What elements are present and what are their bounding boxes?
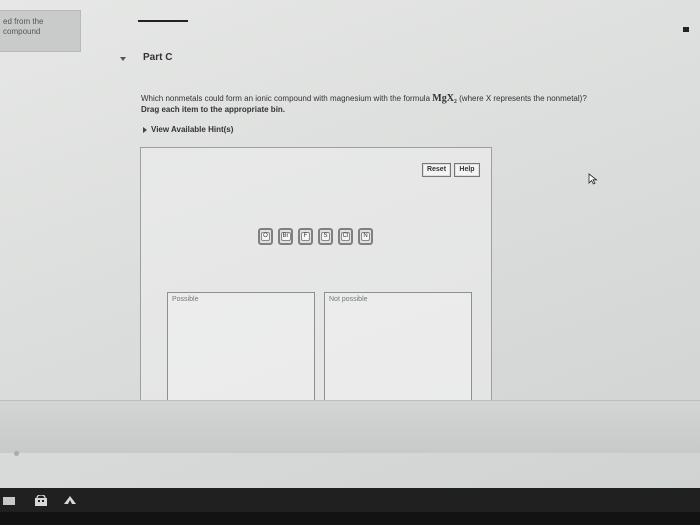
tile-S[interactable]: S: [318, 228, 333, 245]
reset-button[interactable]: Reset: [422, 163, 451, 177]
collapse-caret-icon[interactable]: [120, 57, 126, 61]
tile-O-label: O: [261, 232, 270, 241]
hints-link[interactable]: View Available Hint(s): [143, 125, 233, 134]
question-text: Which nonmetals could form an ionic comp…: [141, 93, 587, 104]
tile-F[interactable]: F: [298, 228, 313, 245]
question-text-before: Which nonmetals could form an ionic comp…: [141, 94, 433, 103]
tile-N-label: N: [361, 232, 370, 241]
bin-not-possible-label: Not possible: [329, 296, 368, 303]
bin-not-possible[interactable]: Not possible: [324, 292, 472, 401]
footer-dot: [14, 451, 19, 456]
help-button[interactable]: Help: [454, 163, 480, 177]
tile-Cl[interactable]: Cl: [338, 228, 353, 245]
store-icon[interactable]: [34, 495, 48, 506]
previous-part-line-1: ed from the: [3, 17, 44, 26]
bin-possible-label: Possible: [172, 296, 199, 303]
mouse-pointer-icon: [588, 173, 598, 185]
tile-Br-label: Br: [280, 232, 291, 241]
hints-link-label: View Available Hint(s): [151, 125, 234, 134]
previous-part-snippet: ed from the compound: [0, 10, 81, 52]
page-footer-band: [0, 400, 700, 453]
tile-Br[interactable]: Br: [278, 228, 293, 245]
previous-part-line-2: compound: [3, 27, 41, 36]
tile-F-label: F: [301, 232, 310, 241]
expand-triangle-icon: [143, 126, 147, 133]
instruction-text: Drag each item to the appropriate bin.: [141, 105, 286, 114]
screen-bezel: [0, 512, 700, 525]
start-icon[interactable]: [3, 495, 17, 506]
tile-tray: O Br F S Cl N: [258, 228, 373, 245]
question-formula: MgX₂: [432, 93, 457, 104]
question-text-after: (where X represents the nonmetal)?: [456, 94, 587, 103]
taskbar: [0, 488, 700, 512]
bin-possible[interactable]: Possible: [167, 292, 315, 401]
part-title[interactable]: Part C: [143, 52, 172, 63]
tile-N[interactable]: N: [358, 228, 373, 245]
browser-viewport: ed from the compound Part C Which nonmet…: [0, 0, 700, 488]
browser-icon[interactable]: [63, 495, 77, 506]
section-divider: [138, 20, 188, 22]
tile-Cl-label: Cl: [340, 232, 351, 241]
tile-S-label: S: [321, 232, 330, 241]
corner-mark: [683, 27, 689, 32]
drag-drop-area: Reset Help O Br F S Cl N Possible Not po…: [140, 147, 492, 401]
tile-O[interactable]: O: [258, 228, 273, 245]
